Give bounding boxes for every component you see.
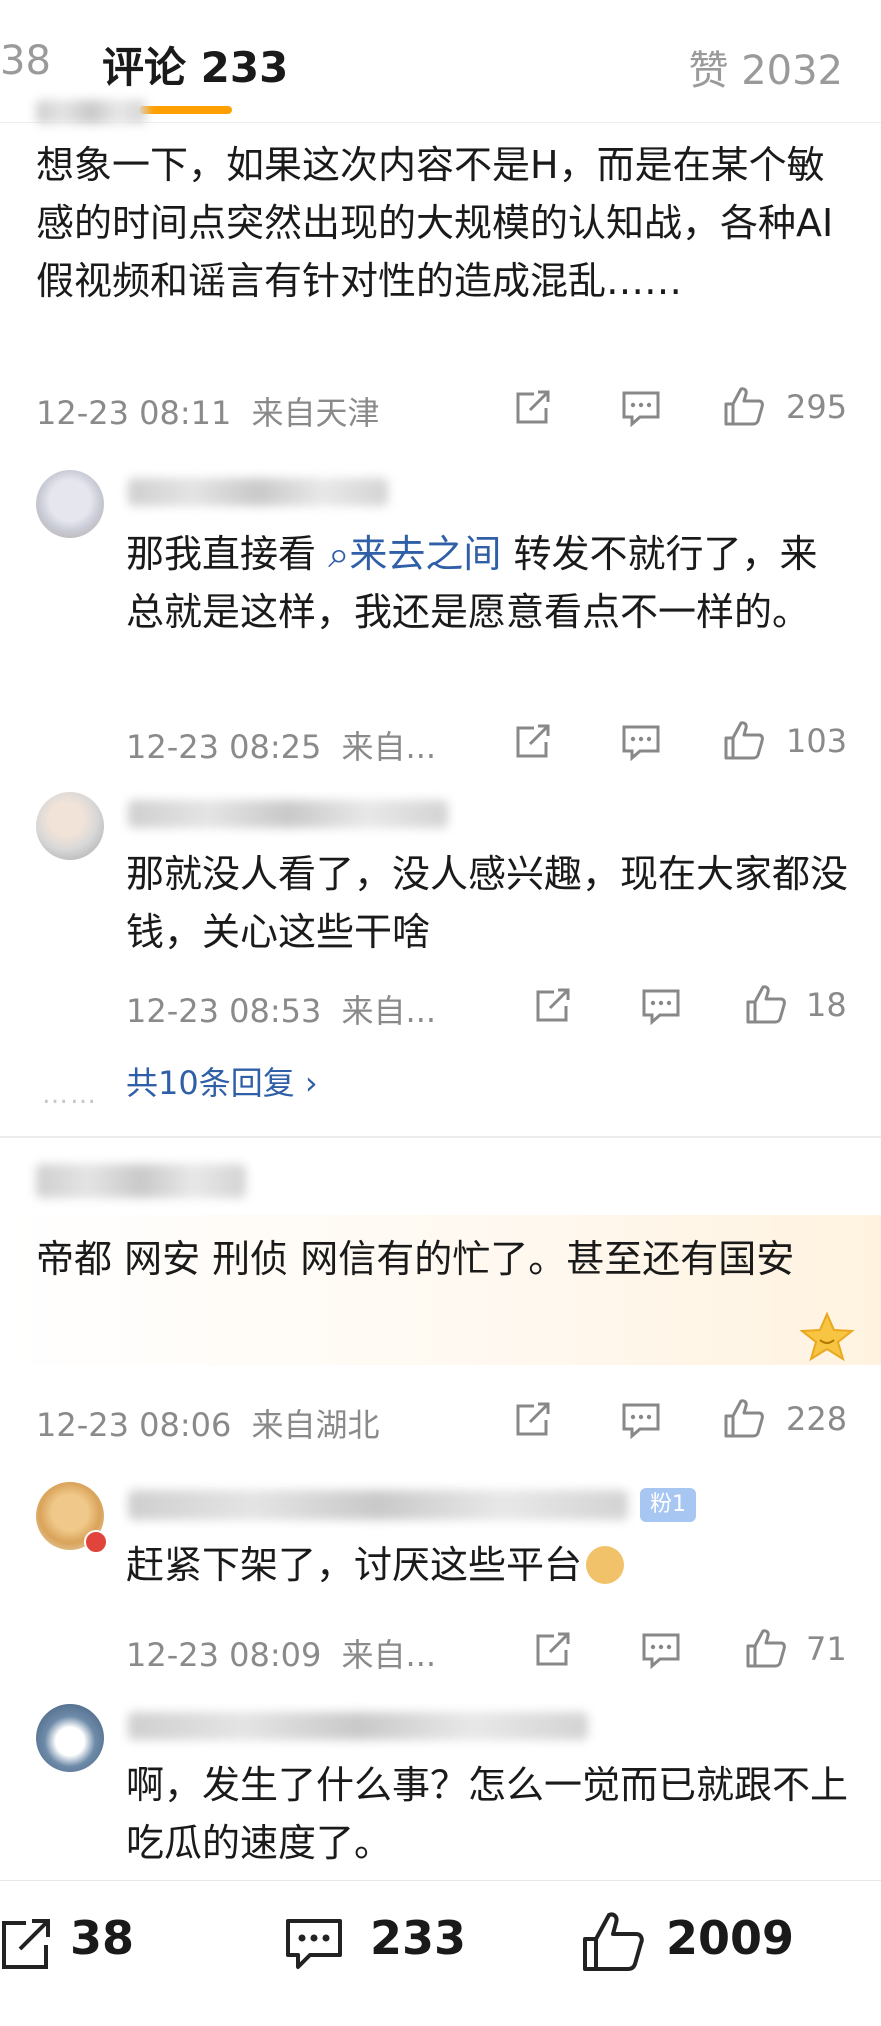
doge-emoji-icon [586,1546,625,1584]
like-icon[interactable] [722,718,766,762]
comment-text: 想象一下，如果这次内容不是H，而是在某个敏感的时间点突然出现的大规模的认知战，各… [36,143,834,303]
comment-location: 来自湖北 [251,1406,380,1444]
verified-badge-icon [84,1530,108,1554]
username-blurred [128,800,448,828]
active-tab-indicator [139,106,232,114]
share-icon[interactable] [532,1630,574,1670]
like-icon [580,1909,646,1979]
reply-dots: …… [42,1080,98,1110]
like-icon[interactable] [744,1626,788,1670]
reply-text: 那就没人看了，没人感兴趣，现在大家都没钱，关心这些干啥 [126,852,849,954]
avatar[interactable] [36,1704,104,1772]
reply-time: 12-23 08:53 [126,992,322,1030]
like-count: 295 [786,388,848,426]
star-badge-icon [796,1311,858,1366]
repost-count: 38 [70,1911,135,1965]
reply-meta: 12-23 08:25 来自... [126,722,436,768]
chevron-right-icon: › [304,1064,318,1102]
reply-location: 来自... [341,728,437,766]
like-icon[interactable] [722,1396,766,1440]
comment-icon[interactable] [620,388,662,428]
username-blurred [128,1712,588,1740]
reply-meta: 12-23 08:09 来自... [126,1630,436,1676]
like-count: 2009 [666,1911,795,1965]
topic-link[interactable]: ⌕来去之间 [328,532,501,576]
share-icon[interactable] [532,986,574,1026]
comment-count: 233 [370,1911,467,1965]
more-replies-link[interactable]: 共10条回复 › [126,1058,318,1104]
comment-icon[interactable] [640,1630,682,1670]
username-blurred [36,1164,246,1198]
reply-time: 12-23 08:09 [126,1636,322,1674]
tab-likes[interactable]: 赞 2032 [688,38,843,96]
share-icon[interactable] [512,388,554,428]
share-icon [0,1915,52,1975]
username-blurred [36,100,146,124]
like-count: 228 [786,1400,848,1438]
share-icon[interactable] [512,1400,554,1440]
username-blurred [128,1490,628,1520]
comment-icon[interactable] [620,1400,662,1440]
reply-meta: 12-23 08:53 来自... [126,986,436,1032]
share-icon[interactable] [512,722,554,762]
reply-location: 来自... [341,1636,437,1674]
like-icon[interactable] [722,384,766,428]
comment-icon [282,1915,346,1977]
reply-text: 那我直接看 ⌕来去之间 转发不就行了，来总就是这样，我还是愿意看点不一样的。 [126,525,846,641]
comment-divider [0,1136,881,1138]
reply-text-part: 那我直接看 [126,532,317,576]
comment-meta: 12-23 08:11 来自天津 [36,388,380,434]
comment-icon[interactable] [620,722,662,762]
comment-text: 帝都 网安 刑侦 网信有的忙了。甚至还有国安 [36,1237,795,1281]
comment-icon[interactable] [640,986,682,1026]
bottom-action-bar: 38 233 2009 [0,1880,881,2026]
username-blurred [128,478,388,506]
comment-time: 12-23 08:06 [36,1406,232,1444]
reply-text: 啊，发生了什么事？怎么一觉而已就跟不上吃瓜的速度了。 [126,1763,849,1865]
like-count: 18 [806,986,847,1024]
like-icon[interactable] [744,982,788,1026]
fan-badge: 粉1 [640,1488,696,1522]
comment-time: 12-23 08:11 [36,394,232,432]
reply-time: 12-23 08:25 [126,728,322,766]
like-count: 103 [786,722,848,760]
comment-meta: 12-23 08:06 来自湖北 [36,1400,380,1446]
reply-text: 赶紧下架了，讨厌这些平台 [126,1536,856,1594]
avatar[interactable] [36,470,104,538]
tab-reposts[interactable]: 38 [0,38,51,84]
tab-comments[interactable]: 评论 233 [102,34,288,95]
search-icon: ⌕ [328,532,350,576]
like-count: 71 [806,1630,847,1668]
avatar[interactable] [36,792,104,860]
comment-location: 来自天津 [251,394,380,432]
reply-location: 来自... [341,992,437,1030]
